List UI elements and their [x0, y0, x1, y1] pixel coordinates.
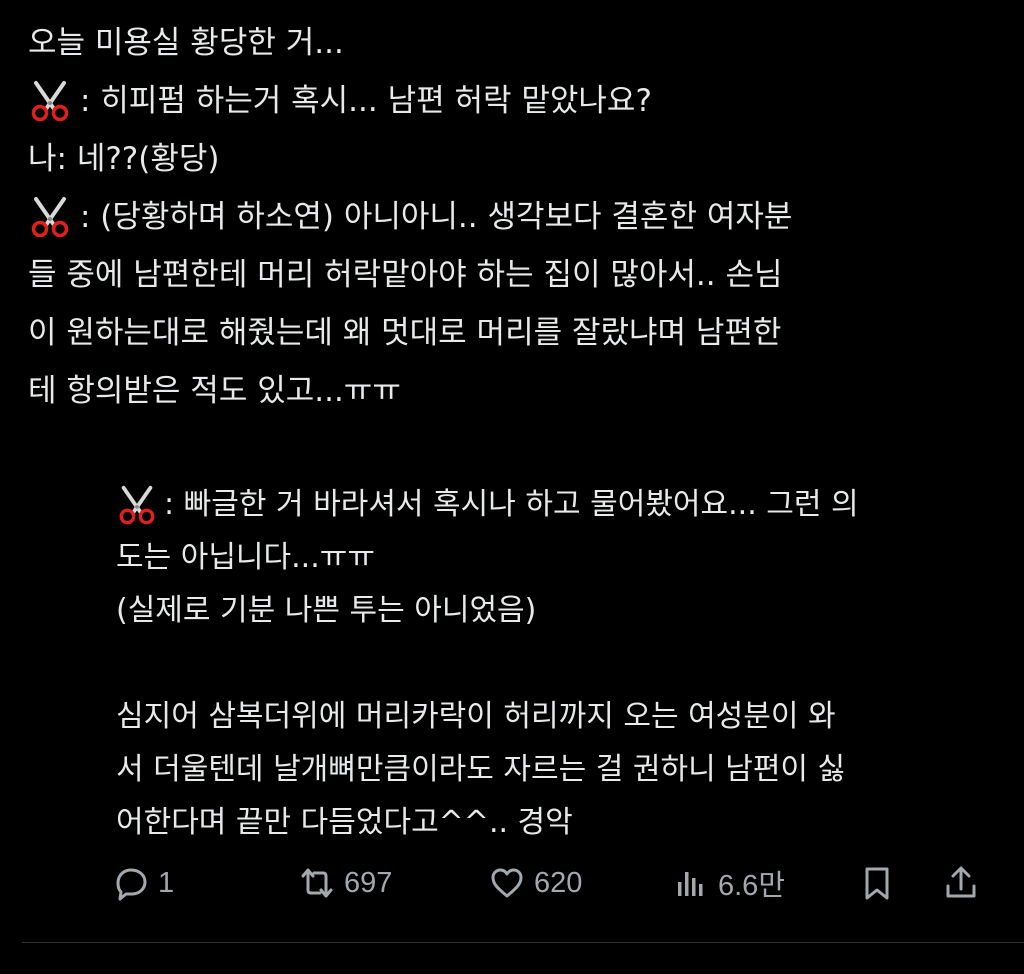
reply-line: 심지어 삼복더위에 머리카락이 허리까지 오는 여성분이 와 — [116, 690, 996, 743]
post-line: : (당황하며 하소연) 아니아니.. 생각보다 결혼한 여자분 — [28, 188, 1008, 246]
reply-icon — [116, 868, 147, 901]
post-text: 이 원하는대로 해줬는데 왜 멋대로 머리를 잘랐냐며 남편한 — [28, 315, 782, 351]
reply-text: 서 더울텐데 날개뼈만큼이라도 자르는 걸 권하니 남편이 싫 — [116, 752, 846, 787]
repost-icon — [301, 868, 333, 898]
bookmark-icon — [865, 867, 889, 900]
post-line: 테 항의받은 적도 있고...ㅠㅠ — [28, 362, 1008, 420]
post-line: 나: 네??(황당) — [28, 130, 1008, 188]
reply-line: (실제로 기분 나쁜 투는 아니었음) — [116, 584, 996, 637]
reply-text: 도는 아닙니다...ㅠㅠ — [116, 540, 375, 575]
share-icon — [946, 866, 976, 898]
reply-button[interactable]: 1 — [112, 856, 174, 910]
reply-text: 어한다며 끝만 다듬었다고^^.. 경악 — [116, 805, 573, 840]
reply-text: (실제로 기분 나쁜 투는 아니었음) — [116, 593, 537, 628]
repost-button[interactable]: 697 — [298, 856, 392, 910]
reply-line: : 빠글한 거 바라셔서 혹시나 하고 물어봤어요... 그런 의 — [116, 478, 996, 531]
action-bar: 1 697 620 6.6만 — [112, 856, 992, 910]
views-icon — [678, 872, 703, 896]
post-line: 오늘 미용실 황당한 거... — [28, 14, 1008, 72]
scissors-icon — [116, 484, 158, 526]
post-text: 테 항의받은 적도 있고...ㅠㅠ — [28, 373, 401, 409]
bookmark-button[interactable] — [858, 856, 904, 910]
reply-count: 1 — [158, 866, 175, 899]
reply-text: 심지어 삼복더위에 머리카락이 허리까지 오는 여성분이 와 — [116, 699, 836, 734]
post-body: 오늘 미용실 황당한 거... : 히피펌 하는거 혹시... 남편 허락 맡았… — [28, 14, 1008, 420]
repost-count: 697 — [344, 866, 393, 899]
reply-text: : 빠글한 거 바라셔서 혹시나 하고 물어봤어요... 그런 의 — [164, 487, 859, 522]
post-line: 들 중에 남편한테 머리 허락맡아야 하는 집이 많아서.. 손님 — [28, 246, 1008, 304]
share-button[interactable] — [942, 856, 988, 910]
views-count: 6.6만 — [718, 870, 785, 902]
divider — [22, 942, 1024, 943]
reply-line: 도는 아닙니다...ㅠㅠ — [116, 531, 996, 584]
post-text: 오늘 미용실 황당한 거... — [28, 25, 344, 61]
post-text: 들 중에 남편한테 머리 허락맡아야 하는 집이 많아서.. 손님 — [28, 257, 783, 293]
post-text: : (당황하며 하소연) 아니아니.. 생각보다 결혼한 여자분 — [80, 199, 793, 235]
scissors-icon — [28, 195, 72, 239]
post-text: : 히피펌 하는거 혹시... 남편 허락 맡았나요? — [80, 83, 652, 119]
heart-icon — [491, 868, 523, 898]
reply-line: 서 더울텐데 날개뼈만큼이라도 자르는 걸 권하니 남편이 싫 — [116, 743, 996, 796]
post-line: 이 원하는대로 해줬는데 왜 멋대로 머리를 잘랐냐며 남편한 — [28, 304, 1008, 362]
reply-line: 어한다며 끝만 다듬었다고^^.. 경악 — [116, 796, 996, 849]
like-button[interactable]: 620 — [488, 856, 582, 910]
views-button[interactable]: 6.6만 — [672, 856, 785, 910]
scissors-icon — [28, 79, 72, 123]
reply-post-body: : 빠글한 거 바라셔서 혹시나 하고 물어봤어요... 그런 의 도는 아닙니… — [116, 478, 996, 849]
post-text: 나: 네??(황당) — [28, 141, 220, 177]
like-count: 620 — [534, 866, 583, 899]
post-line: : 히피펌 하는거 혹시... 남편 허락 맡았나요? — [28, 72, 1008, 130]
